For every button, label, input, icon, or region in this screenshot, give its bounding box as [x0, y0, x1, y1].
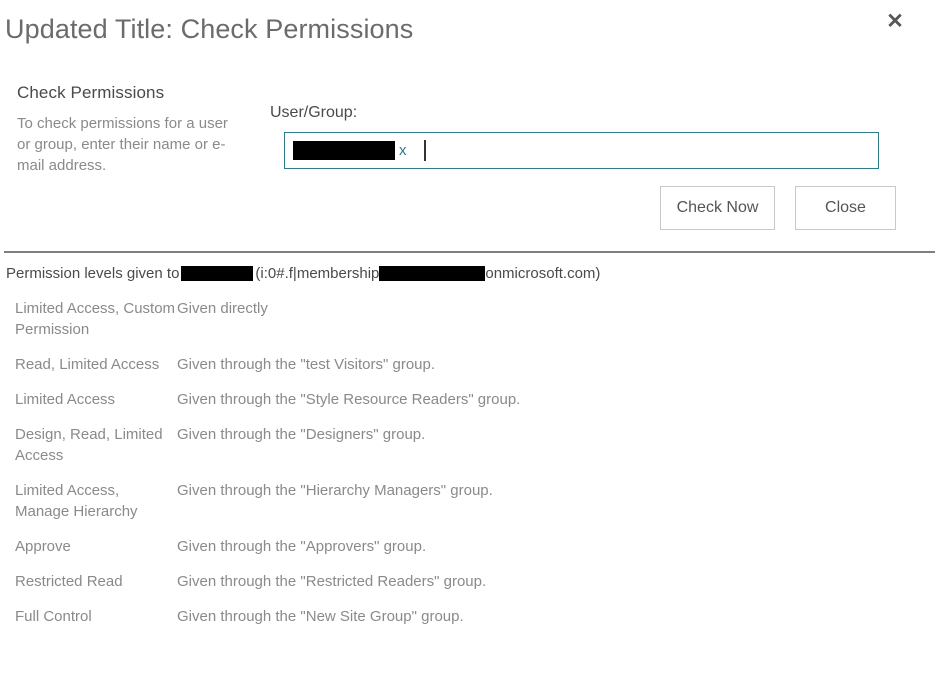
section-heading: Check Permissions — [17, 83, 165, 102]
table-row: Limited Access, Custom Permission Given d… — [0, 298, 939, 340]
user-token[interactable]: x — [293, 141, 407, 161]
permission-level: Full Control — [15, 608, 92, 625]
close-x-icon[interactable]: ✕ — [882, 9, 908, 35]
redacted-tenant — [379, 266, 486, 281]
remove-token-icon[interactable]: x — [399, 142, 407, 159]
results-header-prefix: Permission levels given to — [6, 265, 180, 282]
close-button[interactable]: Close — [795, 186, 896, 230]
check-now-button[interactable]: Check Now — [660, 186, 775, 230]
permission-results-table: Limited Access, Custom Permission Given d… — [0, 298, 939, 641]
permission-level: Read, Limited Access — [15, 356, 160, 373]
permission-level: Approve — [15, 538, 71, 555]
permission-source: Given through the "New Site Group" group… — [177, 608, 464, 625]
permission-source: Given through the "Restricted Readers" g… — [177, 573, 487, 590]
table-row: Full Control Given through the "New Site … — [0, 606, 939, 627]
text-caret — [423, 140, 426, 161]
table-row: Limited Access, Manage Hierarchy Given th… — [0, 480, 939, 522]
permission-level: Limited Access — [15, 391, 116, 408]
description-panel: Check Permissions To check permissions f… — [17, 83, 232, 176]
results-header-suffix: onmicrosoft.com) — [485, 265, 601, 282]
user-group-label: User/Group: — [270, 104, 358, 121]
permission-source: Given through the "Approvers" group. — [177, 538, 427, 555]
permission-source: Given directly — [177, 300, 268, 317]
permission-source: Given through the "Style Resource Reader… — [177, 391, 521, 408]
table-row: Restricted Read Given through the "Restri… — [0, 571, 939, 592]
permission-source: Given through the "test Visitors" group. — [177, 356, 436, 373]
section-description: To check permissions for a user or group… — [17, 115, 228, 174]
permission-level: Restricted Read — [15, 573, 123, 590]
table-row: Approve Given through the "Approvers" gro… — [0, 536, 939, 557]
permission-source: Given through the "Designers" group. — [177, 426, 426, 443]
page-title: Updated Title: Check Permissions — [5, 14, 414, 44]
redacted-display-name — [181, 266, 254, 281]
permission-source: Given through the "Hierarchy Managers" g… — [177, 482, 493, 499]
table-row: Limited Access Given through the "Style R… — [0, 389, 939, 410]
horizontal-divider — [4, 251, 935, 253]
results-header: Permission levels given to (i:0#.f|membe… — [6, 265, 600, 282]
permission-level: Design, Read, Limited Access — [15, 426, 163, 464]
user-group-input[interactable]: x — [284, 132, 879, 169]
permission-level: Limited Access, Manage Hierarchy — [15, 482, 138, 520]
redacted-user-name — [293, 141, 395, 160]
results-header-middle: (i:0#.f|membership — [255, 265, 380, 282]
permission-level: Limited Access, Custom Permission — [15, 300, 176, 338]
table-row: Design, Read, Limited Access Given throug… — [0, 424, 939, 466]
table-row: Read, Limited Access Given through the "t… — [0, 354, 939, 375]
